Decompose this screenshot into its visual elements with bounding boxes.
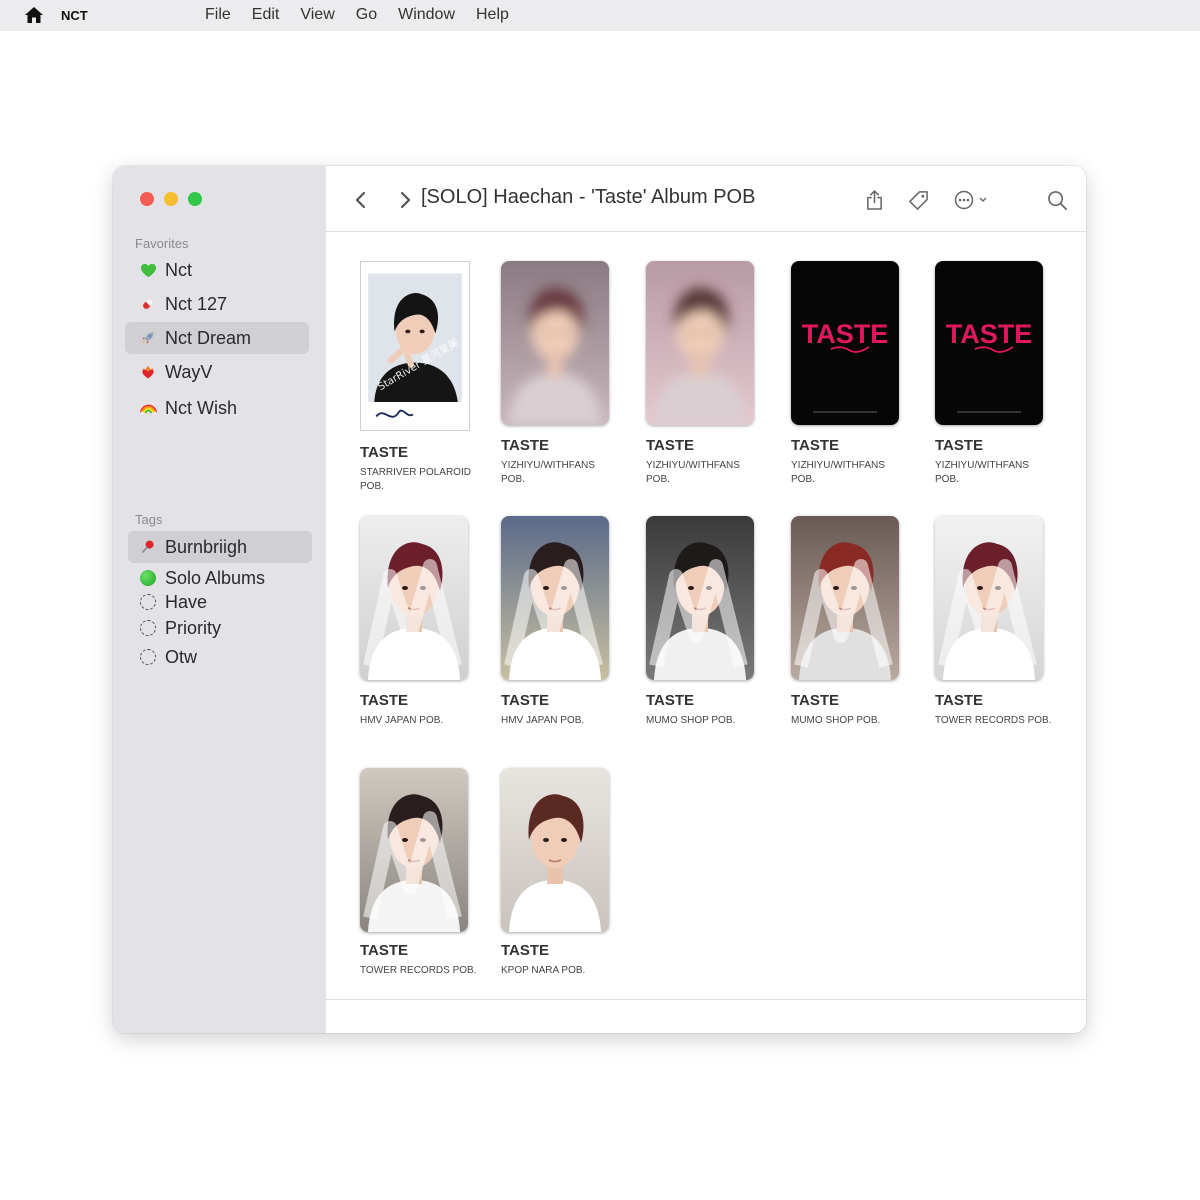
sidebar-item-nct-wish[interactable]: Nct Wish	[125, 392, 309, 424]
file-item-title: TASTE	[360, 692, 409, 709]
photocard-thumbnail[interactable]	[360, 516, 468, 680]
file-item-title: TASTE	[646, 437, 695, 454]
share-button[interactable]	[861, 187, 887, 213]
red-pill-icon	[137, 293, 159, 315]
sidebar-tag-burnbriigh[interactable]: Burnbriigh	[128, 531, 312, 563]
sidebar-item-label: WayV	[165, 361, 213, 382]
photocard-thumbnail[interactable]	[646, 516, 754, 680]
empty-circle-icon	[137, 617, 159, 639]
menu-go[interactable]: Go	[356, 6, 377, 24]
file-item-subtitle: TOWER RECORDS POB.	[360, 965, 477, 976]
heart-on-fire-icon	[137, 361, 159, 383]
window-title: [SOLO] Haechan - 'Taste' Album POB	[421, 186, 756, 208]
photocard-thumbnail[interactable]: TASTE	[791, 261, 899, 425]
menu-window[interactable]: Window	[398, 6, 455, 24]
photocard-thumbnail[interactable]	[646, 261, 754, 425]
sidebar-item-label: Nct Wish	[165, 397, 237, 418]
file-item-title: TASTE	[791, 692, 840, 709]
home-icon[interactable]	[24, 6, 44, 24]
toolbar: [SOLO] Haechan - 'Taste' Album POB	[326, 166, 1086, 232]
file-item-subtitle: HMV JAPAN POB.	[360, 715, 444, 726]
file-item-subtitle: HMV JAPAN POB.	[501, 715, 585, 726]
card-taste-logo: TASTE	[946, 319, 1033, 349]
rainbow-icon	[137, 397, 159, 419]
sidebar-item-nct[interactable]: Nct	[125, 254, 309, 286]
sidebar-tag-priority[interactable]: Priority	[125, 612, 309, 644]
file-item-title: TASTE	[501, 942, 550, 959]
photocard-thumbnail[interactable]: TASTE	[935, 261, 1043, 425]
sidebar-item-label: Nct Dream	[165, 327, 252, 348]
forward-button[interactable]	[392, 187, 418, 213]
card-taste-logo: TASTE	[802, 319, 889, 349]
zoom-window-button[interactable]	[188, 192, 202, 206]
sidebar-item-wayv[interactable]: WayV	[125, 356, 309, 388]
minimize-window-button[interactable]	[164, 192, 178, 206]
file-item-title: TASTE	[935, 692, 984, 709]
menu-items: File Edit View Go Window Help	[205, 6, 530, 24]
file-item-title: TASTE	[501, 692, 550, 709]
menu-file[interactable]: File	[205, 6, 231, 24]
file-item-subtitle: STARRIVER POLAROID POB.	[360, 467, 471, 492]
file-item-subtitle: YIZHIYU/WITHFANS POB.	[791, 460, 885, 485]
menu-edit[interactable]: Edit	[252, 6, 280, 24]
favorites-label: Favorites	[135, 236, 189, 251]
file-item-title: TASTE	[646, 692, 695, 709]
file-item-title: TASTE	[501, 437, 550, 454]
file-item-title: TASTE	[360, 444, 409, 461]
sidebar-item-nct-127[interactable]: Nct 127	[125, 288, 309, 320]
tags-label: Tags	[135, 512, 163, 527]
finder-window: Favorites Nct Nct 127 Nct Dream WayV Nct…	[113, 166, 1086, 1033]
photocard-thumbnail[interactable]	[501, 261, 609, 425]
file-item-title: TASTE	[935, 437, 984, 454]
menu-help[interactable]: Help	[476, 6, 509, 24]
tag-button[interactable]	[905, 187, 931, 213]
photocard-thumbnail[interactable]	[791, 516, 899, 680]
file-item-subtitle: MUMO SHOP POB.	[646, 715, 736, 726]
sidebar-item-label: Priority	[165, 617, 222, 638]
photocard-thumbnail[interactable]: StarRiver 星河星美	[360, 261, 470, 431]
file-item-subtitle: MUMO SHOP POB.	[791, 715, 881, 726]
file-item-subtitle: YIZHIYU/WITHFANS POB.	[501, 460, 595, 485]
empty-circle-icon	[137, 646, 159, 668]
empty-circle-icon	[137, 591, 159, 613]
sidebar-tag-otw[interactable]: Otw	[125, 641, 309, 673]
sidebar-item-nct-dream[interactable]: Nct Dream	[125, 322, 309, 354]
photocard-thumbnail[interactable]	[935, 516, 1043, 680]
menu-bar: NCT File Edit View Go Window Help	[0, 0, 1200, 31]
sidebar-item-label: Nct	[165, 259, 192, 280]
file-item-subtitle: YIZHIYU/WITHFANS POB.	[646, 460, 740, 485]
photocard-thumbnail[interactable]	[360, 768, 468, 932]
pushpin-icon	[137, 536, 159, 558]
file-item-subtitle: KPOP NARA POB.	[501, 965, 586, 976]
file-item-title: TASTE	[360, 942, 409, 959]
sidebar-item-label: Nct 127	[165, 293, 228, 314]
rocket-icon	[137, 327, 159, 349]
photocard-thumbnail[interactable]	[501, 768, 609, 932]
more-actions-button[interactable]	[952, 187, 994, 213]
file-item-subtitle: TOWER RECORDS POB.	[935, 715, 1052, 726]
menu-view[interactable]: View	[300, 6, 334, 24]
sidebar-item-label: Burnbriigh	[165, 536, 248, 557]
green-heart-icon	[137, 259, 159, 281]
app-name[interactable]: NCT	[61, 8, 88, 23]
sidebar: Favorites Nct Nct 127 Nct Dream WayV Nct…	[113, 166, 326, 1033]
sidebar-item-label: Have	[165, 591, 208, 612]
sidebar-item-label: Otw	[165, 646, 198, 667]
close-window-button[interactable]	[140, 192, 154, 206]
search-icon[interactable]	[1044, 187, 1070, 213]
file-item-subtitle: YIZHIYU/WITHFANS POB.	[935, 460, 1029, 485]
photocard-thumbnail[interactable]	[501, 516, 609, 680]
file-item-title: TASTE	[791, 437, 840, 454]
back-button[interactable]	[348, 187, 374, 213]
file-grid: StarRiver 星河星美 TASTE STARRIVER POLAROID PO…	[326, 232, 1086, 1000]
